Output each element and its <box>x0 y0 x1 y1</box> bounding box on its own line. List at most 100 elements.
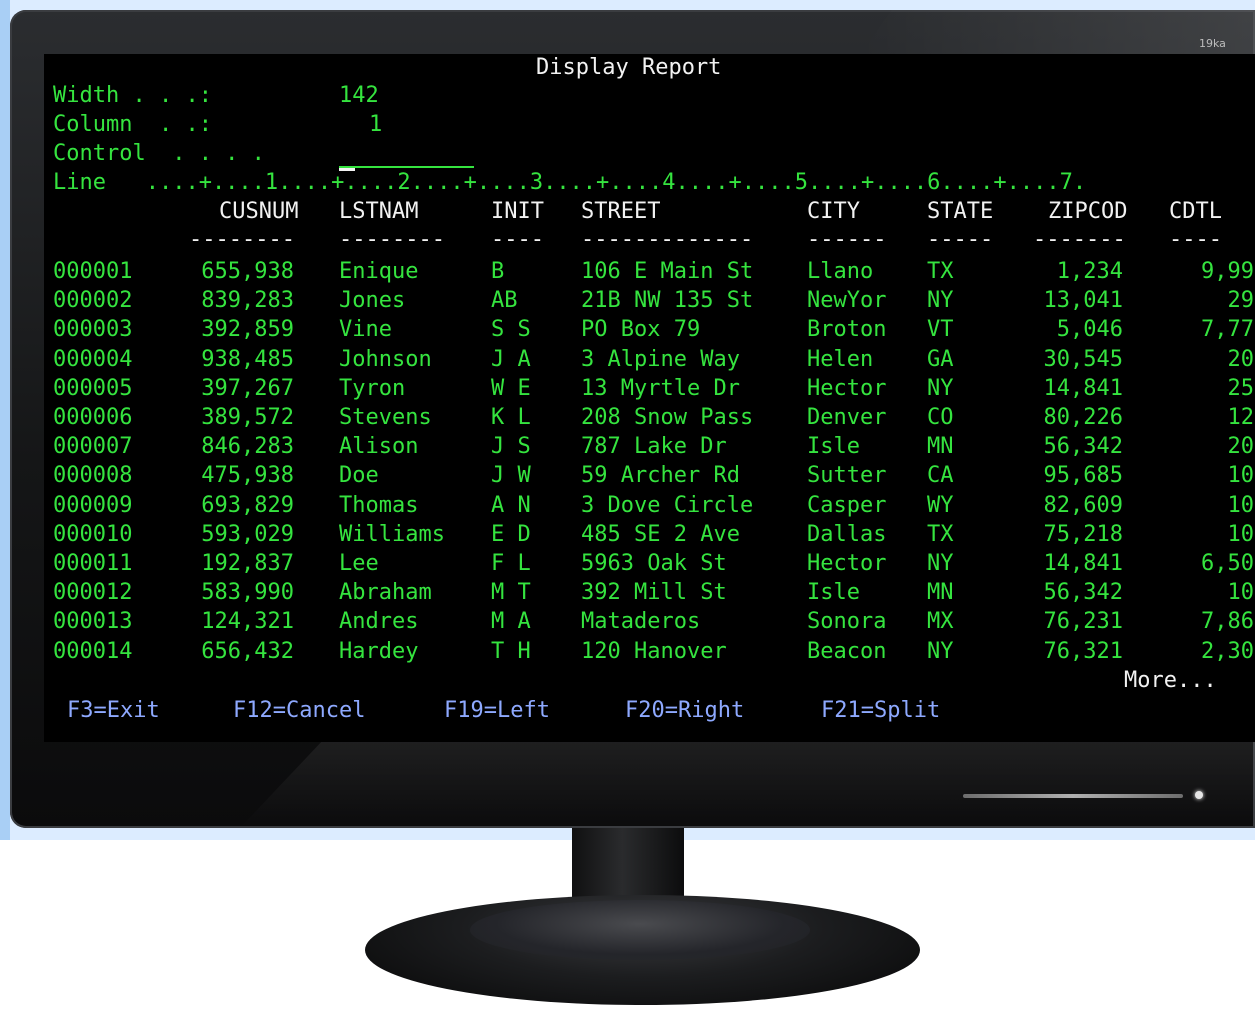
power-indicator-icon[interactable] <box>1195 791 1203 799</box>
table-row[interactable]: 000012 583,990 Abraham M T 392 Mill St Isle MN… <box>44 578 1255 607</box>
column-underline-lstnam: -------- <box>339 227 445 252</box>
init-cell: M A <box>491 609 531 634</box>
cusnum-cell: 397,267 <box>201 376 294 401</box>
table-row[interactable]: 000010 593,029 Williams E D 485 SE 2 Ave Dall… <box>44 520 1255 549</box>
city-cell: Isle <box>807 580 860 605</box>
state-cell: NY <box>927 288 954 313</box>
city-cell: Sutter <box>807 463 887 488</box>
column-underline-cusnum: -------- <box>189 227 295 252</box>
street-cell: 3 Dove Circle <box>581 493 754 518</box>
table-row[interactable]: 000005 397,267 Tyron W E 13 Myrtle Dr Hector N… <box>44 374 1255 403</box>
city-cell: Denver <box>807 405 887 430</box>
terminal-screen: Display Report Width . . .: 142 Column .… <box>44 54 1255 742</box>
cusnum-cell: 392,859 <box>201 317 294 342</box>
table-row[interactable]: 000001 655,938 Enique B 106 E Main St Llano TX… <box>44 257 1255 286</box>
screen-title: Display Report <box>536 55 722 80</box>
init-cell: M T <box>491 580 531 605</box>
table-row[interactable]: 000002 839,283 Jones AB 21B NW 135 St NewYor N… <box>44 286 1255 315</box>
table-row[interactable]: 000007 846,283 Alison J S 787 Lake Dr Isle MN 5… <box>44 432 1255 461</box>
cdtl-cell: 20 <box>1227 434 1255 459</box>
init-cell: J A <box>491 347 531 372</box>
line-number-cell: 000013 <box>53 609 133 634</box>
city-cell: Dallas <box>807 522 887 547</box>
monitor-control-buttons[interactable] <box>963 794 1183 798</box>
city-cell: Casper <box>807 493 887 518</box>
lstnam-cell: Enique <box>339 259 419 284</box>
cusnum-cell: 475,938 <box>201 463 294 488</box>
line-number-cell: 000008 <box>53 463 133 488</box>
table-row[interactable]: 000014 656,432 Hardey T H 120 Hanover Beacon N… <box>44 637 1255 666</box>
table-row[interactable]: 000008 475,938 Doe J W 59 Archer Rd Sutter CA 9… <box>44 461 1255 490</box>
line-number-cell: 000007 <box>53 434 133 459</box>
table-row[interactable]: 000003 392,859 Vine S S PO Box 79 Broton VT 5,0… <box>44 315 1255 344</box>
zipcod-cell: 95,685 <box>1043 463 1123 488</box>
line-number-cell: 000001 <box>53 259 133 284</box>
state-cell: GA <box>927 347 954 372</box>
f19-left-key[interactable]: F19=Left <box>444 697 550 725</box>
table-row[interactable]: 000013 124,321 Andres M A Mataderos Sonora MX 7… <box>44 607 1255 636</box>
city-cell: NewYor <box>807 288 887 313</box>
cdtl-cell: 10 <box>1227 463 1255 488</box>
cusnum-cell: 839,283 <box>201 288 294 313</box>
state-cell: VT <box>927 317 954 342</box>
street-cell: 106 E Main St <box>581 259 754 284</box>
column-header-street: STREET <box>581 199 661 224</box>
table-row[interactable]: 000004 938,485 Johnson J A 3 Alpine Way Helen… <box>44 345 1255 374</box>
line-number-cell: 000011 <box>53 551 133 576</box>
column-header-cdtl: CDTL <box>1169 199 1222 224</box>
state-cell: TX <box>927 259 954 284</box>
column-header-city: CITY <box>807 199 860 224</box>
backdrop-edge <box>0 0 10 840</box>
cusnum-cell: 124,321 <box>201 609 294 634</box>
cdtl-cell: 10 <box>1227 522 1255 547</box>
lstnam-cell: Lee <box>339 551 379 576</box>
column-underline-city: ------ <box>807 227 887 252</box>
f21-split-key[interactable]: F21=Split <box>821 697 940 725</box>
lstnam-cell: Andres <box>339 609 419 634</box>
f12-cancel-key[interactable]: F12=Cancel <box>233 697 365 725</box>
init-cell: E D <box>491 522 531 547</box>
line-number-cell: 000009 <box>53 493 133 518</box>
lstnam-cell: Hardey <box>339 639 419 664</box>
column-header-zipcod: ZIPCOD <box>1048 199 1128 224</box>
state-cell: NY <box>927 639 954 664</box>
lstnam-cell: Stevens <box>339 405 432 430</box>
lstnam-cell: Jones <box>339 288 406 313</box>
line-number-cell: 000002 <box>53 288 133 313</box>
width-label: Width . . .: <box>53 83 212 108</box>
street-cell: 5963 Oak St <box>581 551 727 576</box>
zipcod-cell: 80,226 <box>1043 405 1123 430</box>
table-row[interactable]: 000009 693,829 Thomas A N 3 Dove Circle Caspe… <box>44 491 1255 520</box>
more-indicator: More... <box>1124 668 1217 693</box>
line-number-cell: 000003 <box>53 317 133 342</box>
init-cell: T H <box>491 639 531 664</box>
state-cell: MN <box>927 434 954 459</box>
init-cell: S S <box>491 317 531 342</box>
street-cell: PO Box 79 <box>581 317 701 342</box>
column-underline-cdtl: ---- <box>1169 227 1222 252</box>
cusnum-cell: 846,283 <box>201 434 294 459</box>
street-cell: 120 Hanover <box>581 639 727 664</box>
zipcod-cell: 76,321 <box>1043 639 1123 664</box>
cdtl-cell: 6,50 <box>1201 551 1254 576</box>
cusnum-cell: 389,572 <box>201 405 294 430</box>
column-underline-street: ------------- <box>581 227 754 252</box>
column-underline-init: ---- <box>491 227 544 252</box>
zipcod-cell: 56,342 <box>1043 580 1123 605</box>
state-cell: CO <box>927 405 954 430</box>
city-cell: Hector <box>807 376 887 401</box>
zipcod-cell: 14,841 <box>1043 376 1123 401</box>
control-input[interactable] <box>339 142 474 168</box>
table-row[interactable]: 000011 192,837 Lee F L 5963 Oak St Hector NY 14… <box>44 549 1255 578</box>
lstnam-cell: Thomas <box>339 493 419 518</box>
width-value: 142 <box>339 83 379 108</box>
table-row[interactable]: 000006 389,572 Stevens K L 208 Snow Pass Denv… <box>44 403 1255 432</box>
line-number-cell: 000010 <box>53 522 133 547</box>
cdtl-cell: 10 <box>1227 580 1255 605</box>
f3-exit-key[interactable]: F3=Exit <box>67 697 160 725</box>
street-cell: 59 Archer Rd <box>581 463 740 488</box>
cdtl-cell: 20 <box>1227 347 1255 372</box>
column-value[interactable]: 1 <box>369 111 382 139</box>
f20-right-key[interactable]: F20=Right <box>625 697 744 725</box>
bezel-lower-reflection <box>240 742 1255 828</box>
